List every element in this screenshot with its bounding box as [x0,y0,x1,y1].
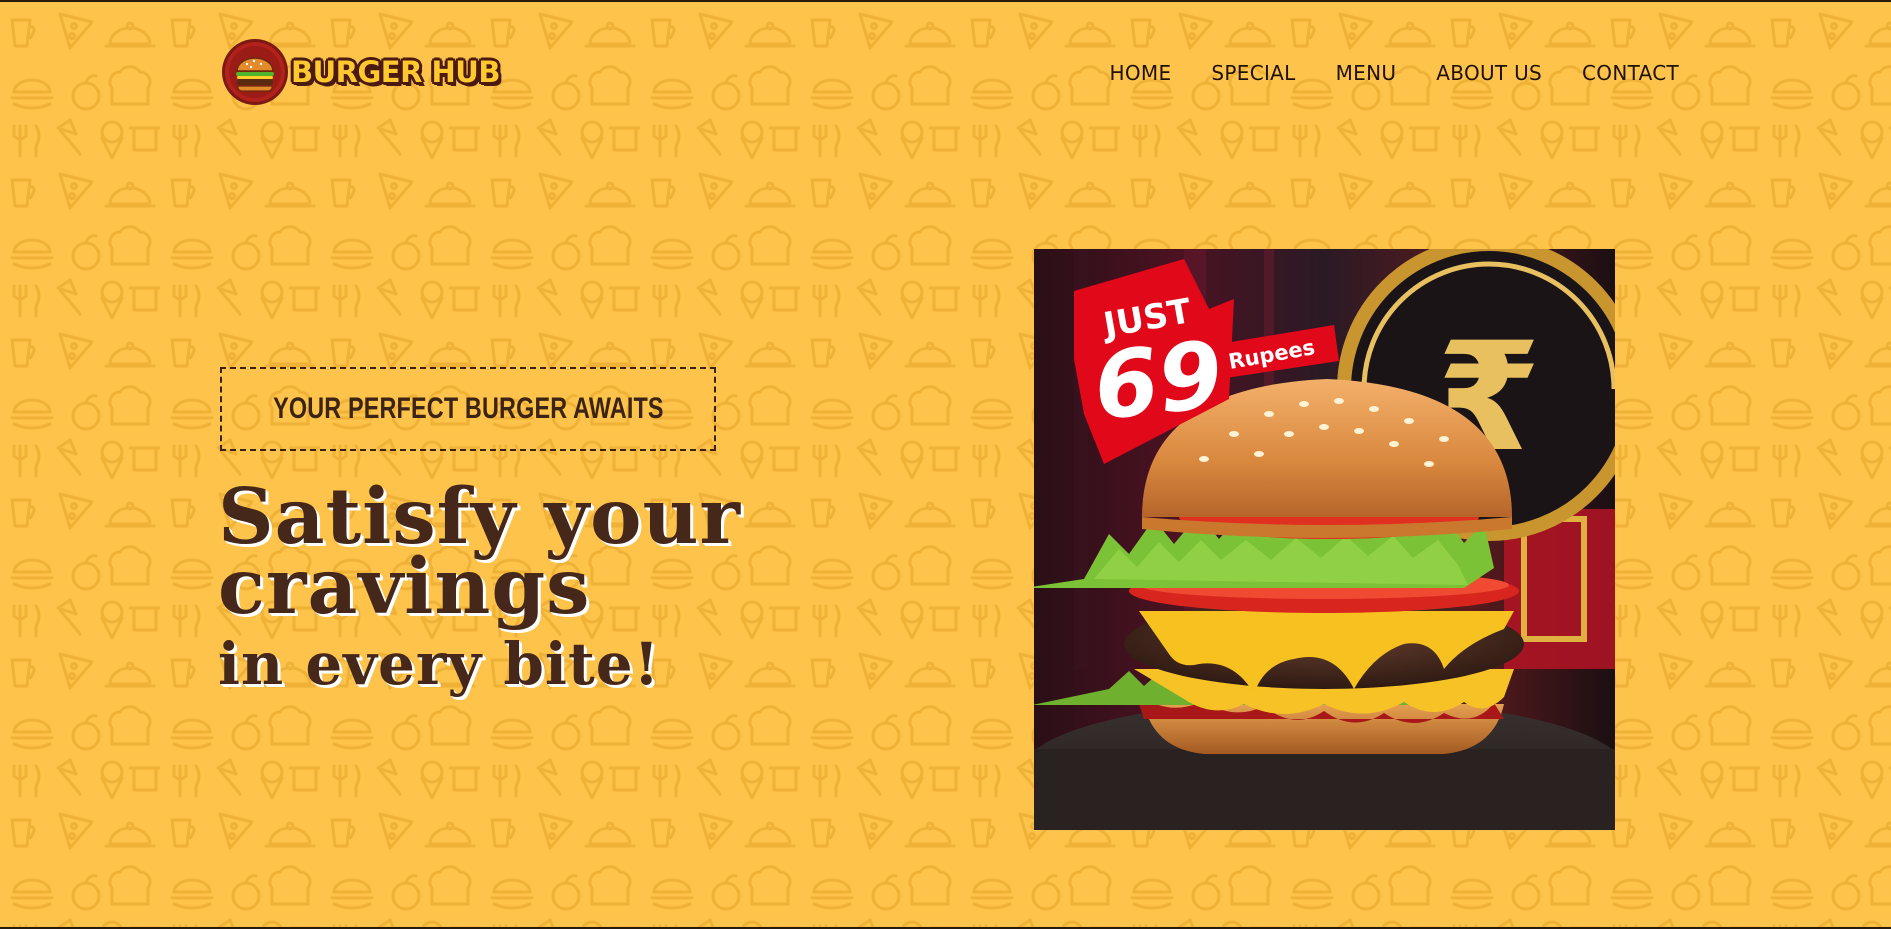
nav-special[interactable]: SPECIAL [1211,61,1295,85]
brand-name: BURGER HUB [291,55,500,89]
promo-burger-image: ₹ JUST 69 Rupees [1034,249,1615,830]
nav-contact[interactable]: CONTACT [1582,61,1679,85]
burger-logo-icon [222,39,288,105]
tagline-text: YOUR PERFECT BURGER AWAITS [272,392,664,425]
nav-about-us[interactable]: ABOUT US [1436,61,1542,85]
nav-home[interactable]: HOME [1110,61,1172,85]
tagline-box: YOUR PERFECT BURGER AWAITS [220,367,716,451]
headline-line-2: cravings [218,542,591,632]
main-nav: HOME SPECIAL MENU ABOUT US CONTACT [1110,61,1679,85]
nav-menu[interactable]: MENU [1336,61,1397,85]
headline-line-3: in every bite! [218,630,661,698]
badge-price: 69 [1089,321,1228,441]
brand-logo[interactable]: BURGER HUB [221,38,500,106]
top-border [0,0,1891,2]
hero-headline: Satisfy your cravings in every bite! [218,479,741,706]
